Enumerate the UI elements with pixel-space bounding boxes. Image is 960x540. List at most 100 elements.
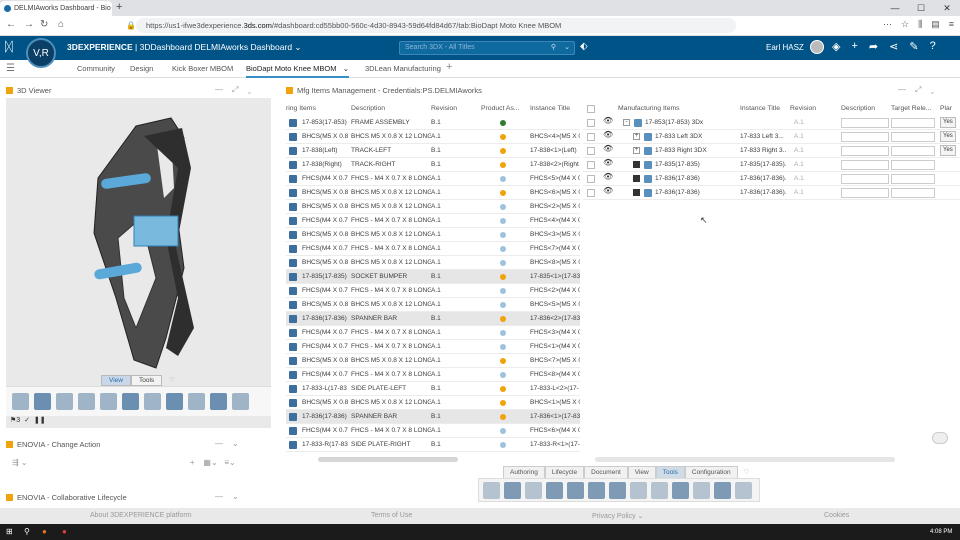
help-icon[interactable]: ? [930,40,936,53]
search-input[interactable]: Search 3DX - All Titles ⚲ ⌄ [399,41,575,55]
favorite-icon[interactable]: ♡ [162,375,182,386]
table-row[interactable]: FHCS(M4 X 0.7 FHCS - M4 X 0.7 X 8 LONG A.1… [286,284,580,298]
table-row[interactable]: FHCS(M4 X 0.7 FHCS - M4 X 0.7 X 8 LONG A.1… [286,214,580,228]
expand-icon[interactable]: + [633,147,640,154]
reload-icon[interactable]: ↻ [40,19,48,30]
table-row[interactable]: 17-836(17-836) SPANNER BAR B.1 17-836<2>(17… [286,312,580,326]
manufacturing-items-header[interactable]: Manufacturing Items [618,102,738,116]
tab-3dlean-manufacturing[interactable]: 3DLean Manufacturing [365,64,441,73]
render-style-icon[interactable] [122,393,139,410]
description-field[interactable] [841,188,889,198]
compass-icon[interactable]: V,R [26,38,56,68]
eye-icon[interactable]: 👁 [603,186,613,195]
table-row[interactable]: 17-838(Left) TRACK-LEFT B.1 17-838<1>(Left) [286,144,580,158]
description-field[interactable] [841,146,889,156]
add-icon[interactable]: + [851,40,857,53]
planning-yes-button[interactable]: Yes [940,145,956,156]
target-release-header[interactable]: Target Rele... [891,102,941,116]
tag-icon[interactable]: ⬖ [580,41,588,52]
privacy-link[interactable]: Privacy Policy ⌄ [592,512,643,520]
app-icon[interactable]: ● [62,527,67,536]
target-release-field[interactable] [891,146,935,156]
column-header[interactable]: ring Items [286,102,351,116]
refresh-icon[interactable] [504,481,521,499]
compass-nav-icon[interactable]: ◈ [832,40,840,53]
eye-icon[interactable]: 👁 [603,158,613,167]
page-action-icon[interactable]: ⋯ [883,19,892,30]
row-checkbox[interactable] [587,133,595,141]
share-icon[interactable]: ➦ [869,40,878,53]
edit-icon[interactable] [525,481,542,499]
tab-tools[interactable]: Tools [130,375,163,386]
tab-view[interactable]: View [101,375,131,386]
planning-yes-button[interactable]: Yes [940,117,956,128]
table-row[interactable]: 👁 17-836(17-836) 17-836(17-836)... A.1 [583,186,960,200]
search-icon[interactable]: ⚲ [551,42,556,54]
minimize-icon[interactable]: — [882,0,908,16]
table-row[interactable]: 17-833-L(17-83 SIDE PLATE-LEFT B.1 17-833-L… [286,382,580,396]
close-window-icon[interactable]: ✕ [934,0,960,16]
target-release-field[interactable] [891,188,935,198]
view-cube-icon[interactable] [34,393,51,410]
hamburger-icon[interactable]: ☰ [6,63,15,74]
column-header[interactable]: Product As... [481,102,530,116]
left-grid-scrollbar[interactable] [318,457,458,462]
chat-icon[interactable] [932,432,948,444]
insert-icon[interactable] [546,481,563,499]
select-box-icon[interactable] [166,393,183,410]
library-icon[interactable]: ⫼ [918,19,922,30]
network-icon[interactable]: ⋖ [889,40,898,53]
table-row[interactable]: BHCS(M5 X 0.8 BHCS M5 X 0.8 X 12 LONG A.1 B… [286,396,580,410]
widget-controls[interactable]: —⤢⌄ [215,85,260,95]
search-dropdown-icon[interactable]: ⌄ [564,42,570,54]
rotate-icon[interactable] [78,393,95,410]
expand-icon[interactable]: + [633,133,640,140]
widget-controls[interactable]: —⌄ [215,492,248,501]
planning-header[interactable]: Plar [940,102,960,116]
expand-icon[interactable]: - [623,119,630,126]
target-release-field[interactable] [891,160,935,170]
target-release-field[interactable] [891,132,935,142]
table-row[interactable]: FHCS(M4 X 0.7 FHCS - M4 X 0.7 X 8 LONG A.1… [286,242,580,256]
table-row[interactable]: BHCS(M5 X 0.8 BHCS M5 X 0.8 X 12 LONG A.1 B… [286,228,580,242]
barcode-icon[interactable] [651,481,668,499]
avatar[interactable] [810,40,824,54]
widget-controls[interactable]: —⤢⌄ [898,85,943,95]
row-checkbox[interactable] [587,189,595,197]
eye-icon[interactable]: 👁 [603,130,613,139]
cube-icon[interactable] [567,481,584,499]
table-row[interactable]: 👁 +17-833 Right 3DX 17-833 Right 3... A.1 Ye… [583,144,960,158]
row-checkbox[interactable] [587,175,595,183]
table-row[interactable]: FHCS(M4 X 0.7 FHCS - M4 X 0.7 X 8 LONG A.1… [286,340,580,354]
widget-controls[interactable]: —⌄ [215,439,248,448]
row-checkbox[interactable] [587,119,595,127]
table-row[interactable]: BHCS(M5 X 0.8 BHCS M5 X 0.8 X 12 LONG A.1 B… [286,354,580,368]
back-icon[interactable]: ← [6,19,16,30]
search-icon[interactable]: ⚲ [24,527,30,536]
row-checkbox[interactable] [587,147,595,155]
table-row[interactable]: FHCS(M4 X 0.7 FHCS - M4 X 0.7 X 8 LONG A.1… [286,424,580,438]
measure-icon[interactable] [188,393,205,410]
table-row[interactable]: 👁 17-836(17-836) 17-836(17-836)... A.1 [583,172,960,186]
windows-start-icon[interactable]: ⊞ [6,527,13,536]
resource-icon[interactable] [609,481,626,499]
cookies-link[interactable]: Cookies [824,512,849,519]
table-row[interactable]: BHCS(M5 X 0.8 BHCS M5 X 0.8 X 12 LONG A.1 B… [286,298,580,312]
description-header[interactable]: Description [841,102,891,116]
row-checkbox[interactable] [587,161,595,169]
revision-header[interactable]: Revision [790,102,840,116]
bookmark-icon[interactable]: ☆ [901,19,909,30]
zoom-icon[interactable] [12,393,29,410]
table-row[interactable]: 17-835(17-835) SOCKET BUMPER B.1 17-835<1>(… [286,270,580,284]
firefox-icon[interactable]: ● [42,527,47,536]
table-row[interactable]: BHCS(M5 X 0.8 BHCS M5 X 0.8 X 12 LONG A.1 B… [286,130,580,144]
assembly-icon[interactable] [588,481,605,499]
maximize-icon[interactable]: ☐ [908,0,934,16]
description-field[interactable] [841,174,889,184]
explode-icon[interactable] [210,393,227,410]
tab-biodapt-moto-knee-mbom[interactable]: BioDapt Moto Knee MBOM ⌄ [246,64,350,78]
url-field[interactable]: https://us1-ifwe3dexperience.3ds.com/#da… [136,18,736,33]
table-row[interactable]: 👁 - 17-853(17-853) 3Dx A.1 Yes [583,116,960,130]
network-icon[interactable] [714,481,731,499]
section-icon[interactable] [144,393,161,410]
